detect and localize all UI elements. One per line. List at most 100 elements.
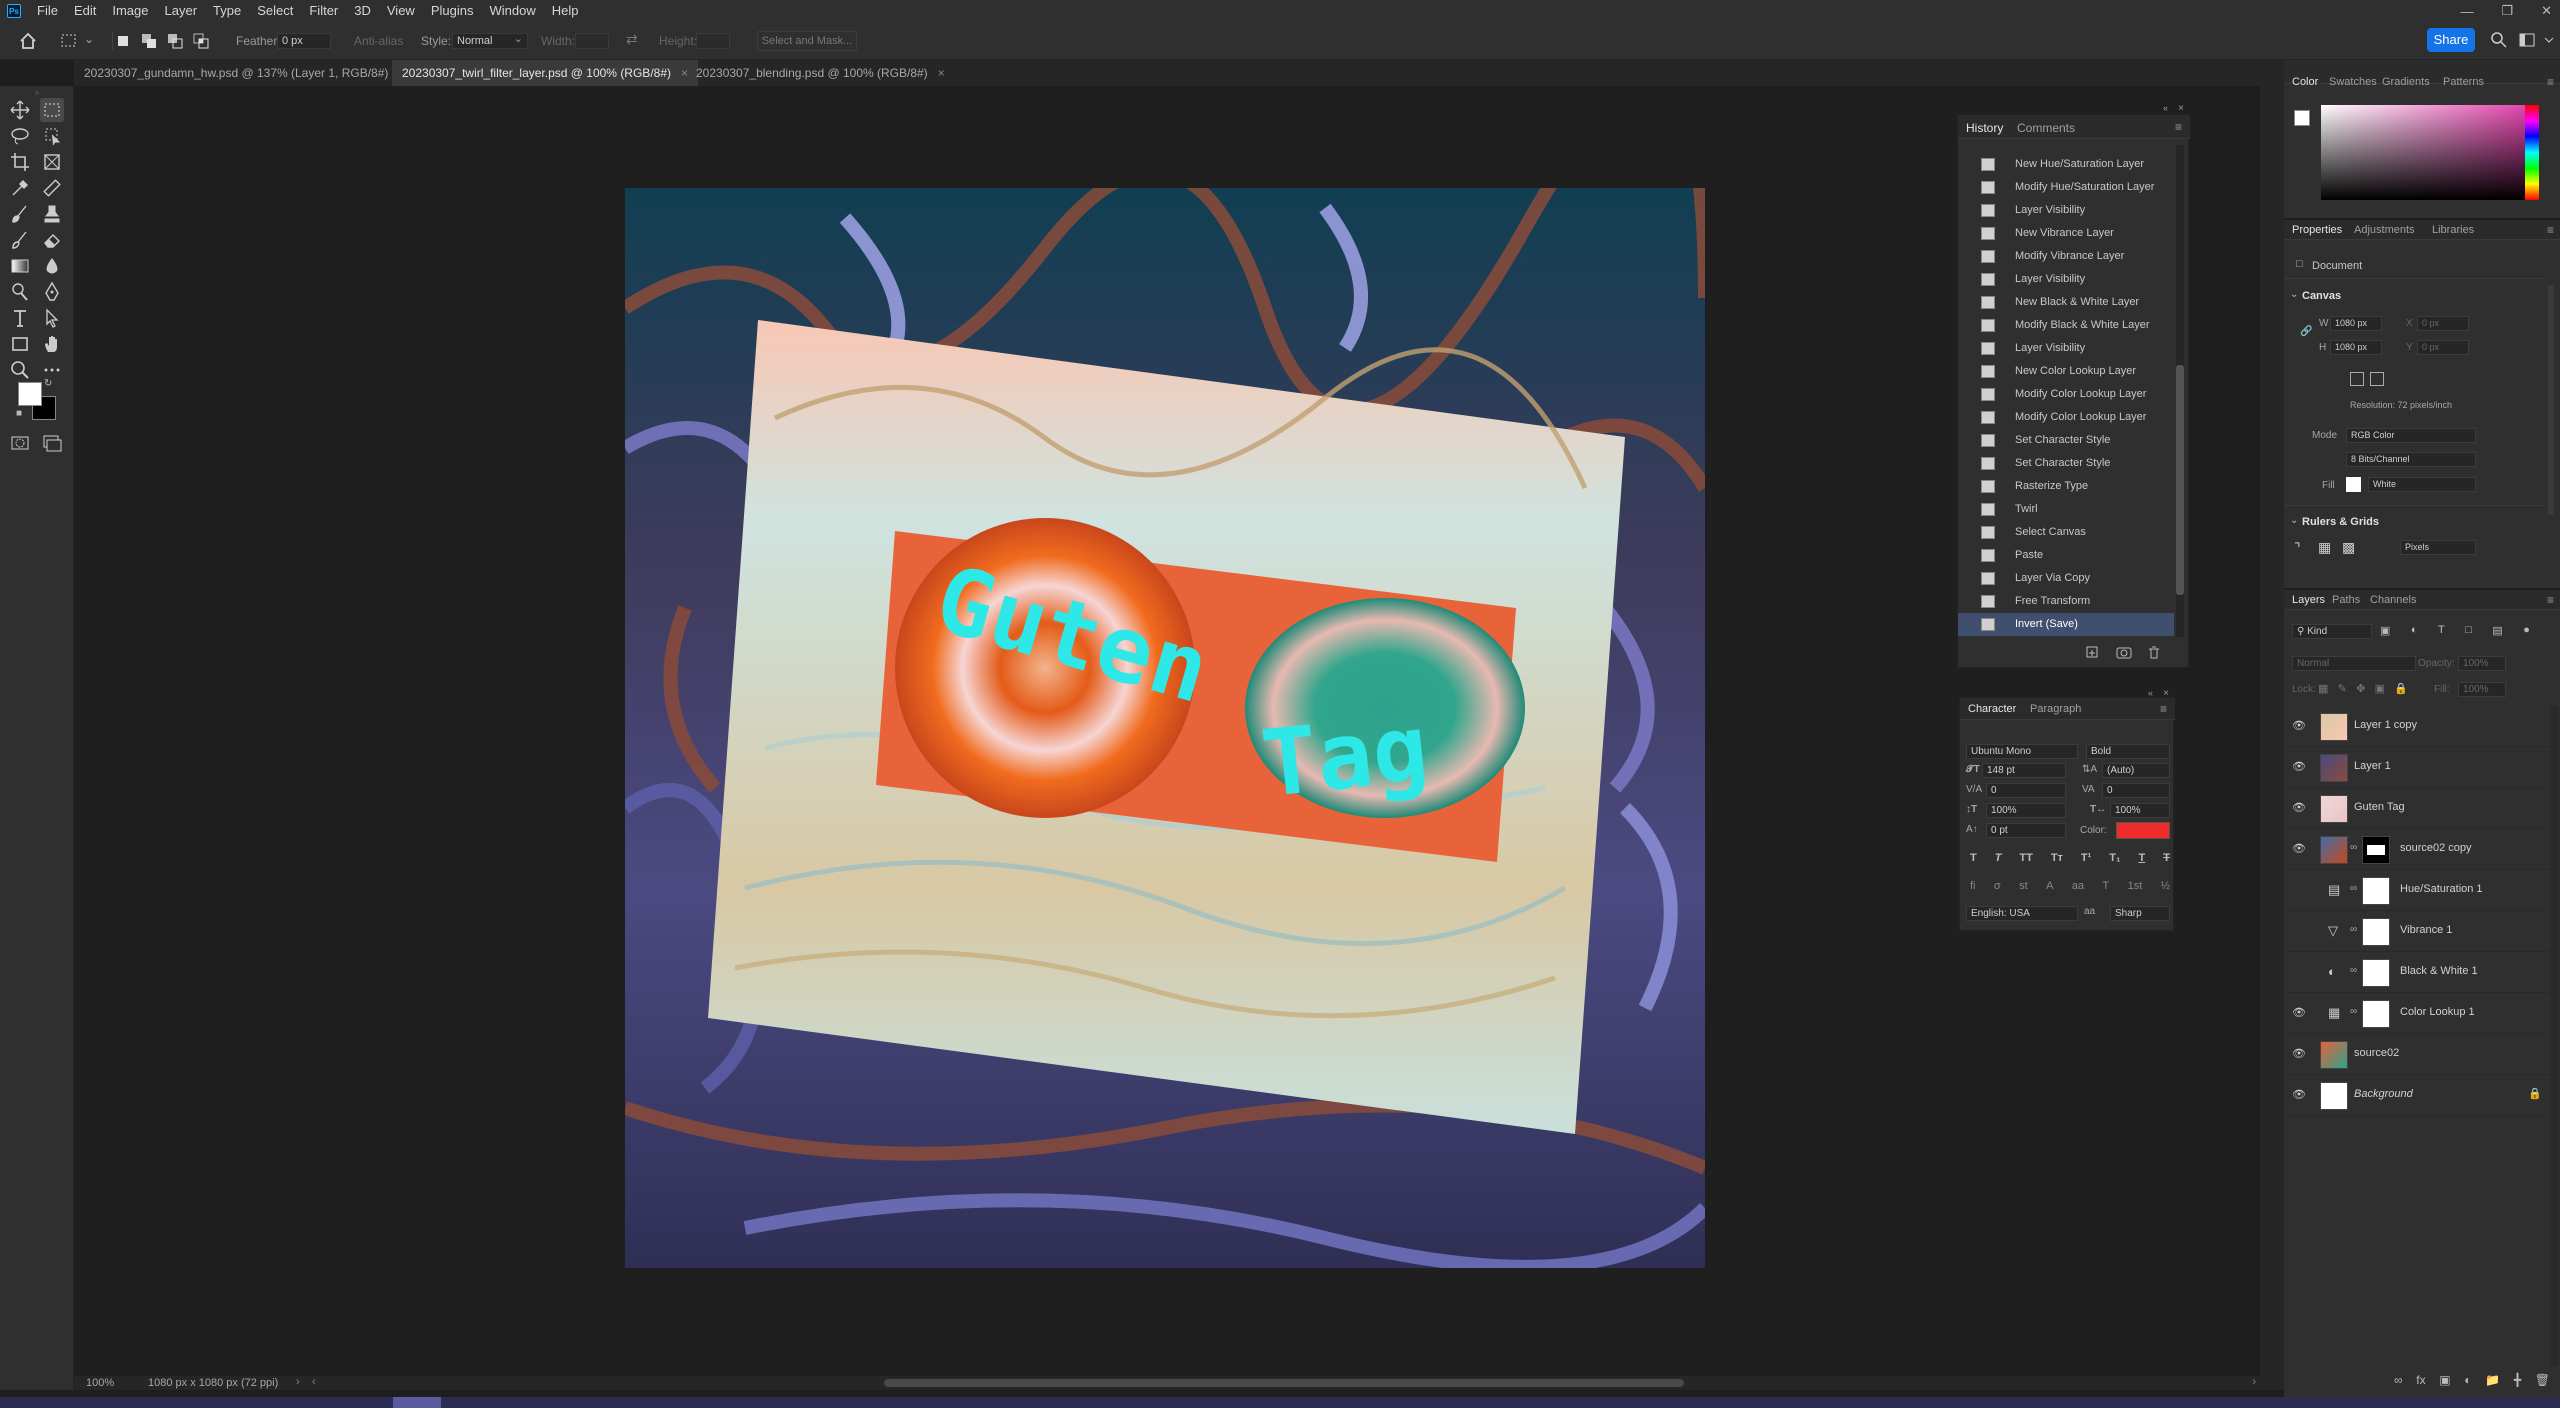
- history-item[interactable]: Modify Black & White Layer: [1958, 314, 2174, 337]
- clone-stamp-tool-icon[interactable]: [40, 202, 64, 226]
- menu-image[interactable]: Image: [104, 0, 156, 22]
- gradient-tool-icon[interactable]: [8, 254, 32, 278]
- canvas-vertical-scrollbar[interactable]: [2260, 86, 2268, 1376]
- move-tool-icon[interactable]: [8, 98, 32, 122]
- canvas-x-input[interactable]: 0 px: [2417, 316, 2469, 331]
- subscript-icon[interactable]: T₁: [2109, 852, 2120, 864]
- lock-all-icon[interactable]: 🔒: [2394, 682, 2408, 695]
- titling-icon[interactable]: T: [2102, 880, 2109, 892]
- tab-comments[interactable]: Comments: [2017, 121, 2075, 135]
- visibility-eye-icon[interactable]: 👁: [2292, 1088, 2306, 1102]
- frame-tool-icon[interactable]: [40, 150, 64, 174]
- antialias-select[interactable]: Sharp: [2110, 906, 2170, 921]
- bit-depth-select[interactable]: 8 Bits/Channel: [2346, 452, 2476, 467]
- section-chevron-icon[interactable]: ⌄: [2290, 289, 2298, 300]
- font-family-select[interactable]: Ubuntu Mono: [1966, 744, 2078, 759]
- fill-swatch[interactable]: [2346, 477, 2361, 492]
- fill-input[interactable]: 100%: [2458, 682, 2506, 697]
- layer-row[interactable]: ◐ ∞ Black & White 1: [2284, 952, 2550, 993]
- history-item[interactable]: Layer Visibility: [1958, 268, 2174, 291]
- menu-edit[interactable]: Edit: [66, 0, 104, 22]
- history-item[interactable]: Set Character Style: [1958, 452, 2174, 475]
- layer-row[interactable]: 👁 Background 🔒: [2284, 1075, 2550, 1116]
- grid-icon[interactable]: ▦: [2318, 539, 2331, 556]
- vertical-scale-input[interactable]: 100%: [1986, 803, 2066, 818]
- antialias-checkbox[interactable]: Anti-alias: [354, 34, 403, 48]
- width-input[interactable]: [575, 33, 609, 49]
- history-item[interactable]: New Hue/Saturation Layer: [1958, 153, 2174, 176]
- mask-link-icon[interactable]: ∞: [2350, 1006, 2357, 1017]
- panel-menu-icon[interactable]: ≡: [2547, 593, 2554, 607]
- layers-scrollbar[interactable]: [2550, 706, 2558, 1366]
- visibility-toggle-empty[interactable]: [2292, 883, 2306, 897]
- history-item[interactable]: Select Canvas: [1958, 521, 2174, 544]
- add-selection-icon[interactable]: [140, 32, 158, 50]
- filter-adjustment-icon[interactable]: ◐: [2411, 624, 2418, 637]
- tracking-input[interactable]: 0: [2102, 783, 2170, 798]
- close-icon[interactable]: ×: [2178, 103, 2184, 114]
- default-colors-icon[interactable]: ■: [16, 408, 22, 419]
- opacity-input[interactable]: 100%: [2458, 656, 2506, 671]
- home-icon[interactable]: [18, 31, 38, 51]
- ruler-icon[interactable]: ⌝: [2294, 540, 2301, 557]
- panel-menu-icon[interactable]: ≡: [2547, 75, 2554, 89]
- history-item[interactable]: New Black & White Layer: [1958, 291, 2174, 314]
- visibility-eye-icon[interactable]: 👁: [2292, 801, 2306, 815]
- swap-icon[interactable]: ⇄: [626, 31, 638, 48]
- font-style-select[interactable]: Bold: [2086, 744, 2170, 759]
- tab-paragraph[interactable]: Paragraph: [2030, 703, 2081, 715]
- stylistic-alternates-icon[interactable]: aa: [2072, 880, 2084, 892]
- delete-layer-icon[interactable]: 🗑: [2535, 1373, 2550, 1387]
- font-size-input[interactable]: 148 pt: [1982, 763, 2066, 778]
- layer-mask-thumbnail[interactable]: [2362, 918, 2390, 946]
- kerning-input[interactable]: 0: [1986, 783, 2066, 798]
- layer-row[interactable]: 👁 ∞ source02 copy: [2284, 829, 2550, 870]
- rectangular-marquee-tool-icon[interactable]: [40, 98, 64, 122]
- history-brush-tool-icon[interactable]: [8, 228, 32, 252]
- minimize-icon[interactable]: —: [2460, 4, 2473, 19]
- tab-channels[interactable]: Channels: [2370, 594, 2416, 606]
- panel-menu-icon[interactable]: ≡: [2175, 120, 2182, 134]
- menu-3d[interactable]: 3D: [346, 0, 379, 22]
- style-select[interactable]: Normal ⌄: [452, 33, 528, 49]
- menu-help[interactable]: Help: [544, 0, 587, 22]
- layer-row[interactable]: 👁 Layer 1 copy: [2284, 706, 2550, 747]
- menu-filter[interactable]: Filter: [301, 0, 346, 22]
- tab-blending[interactable]: 20230307_blending.psd @ 100% (RGB/8#) ×: [686, 60, 955, 86]
- layer-row[interactable]: 👁 Layer 1: [2284, 747, 2550, 788]
- tab-twirl-filter[interactable]: 20230307_twirl_filter_layer.psd @ 100% (…: [392, 60, 699, 86]
- mask-link-icon[interactable]: ∞: [2350, 883, 2357, 894]
- history-item[interactable]: Set Character Style: [1958, 429, 2174, 452]
- panel-menu-icon[interactable]: ≡: [2160, 702, 2167, 716]
- discretionary-ligatures-icon[interactable]: st: [2019, 880, 2028, 892]
- blur-tool-icon[interactable]: [40, 254, 64, 278]
- close-icon[interactable]: ×: [938, 66, 945, 80]
- menu-view[interactable]: View: [379, 0, 423, 22]
- portrait-icon[interactable]: [2350, 372, 2364, 386]
- marquee-tool-icon[interactable]: [60, 32, 78, 50]
- guides-icon[interactable]: ▩: [2342, 539, 2355, 556]
- lock-transparency-icon[interactable]: ▦: [2318, 682, 2328, 695]
- panel-collapse-icon[interactable]: »: [0, 88, 74, 97]
- history-item[interactable]: Layer Visibility: [1958, 337, 2174, 360]
- delete-state-icon[interactable]: [2146, 645, 2162, 659]
- path-selection-tool-icon[interactable]: [40, 306, 64, 330]
- visibility-eye-icon[interactable]: 👁: [2292, 760, 2306, 774]
- filter-pixel-icon[interactable]: ▣: [2380, 624, 2390, 637]
- feather-input[interactable]: 0 px: [277, 33, 331, 49]
- menu-file[interactable]: File: [29, 0, 66, 22]
- rectangle-tool-icon[interactable]: [8, 332, 32, 356]
- contextual-alternates-icon[interactable]: σ: [1994, 880, 2001, 892]
- history-item[interactable]: New Vibrance Layer: [1958, 222, 2174, 245]
- properties-scrollbar[interactable]: [2548, 285, 2554, 515]
- mask-link-icon[interactable]: ∞: [2350, 924, 2357, 935]
- panel-menu-icon[interactable]: ≡: [2547, 223, 2554, 237]
- search-icon[interactable]: [2490, 31, 2508, 49]
- pen-tool-icon[interactable]: [40, 280, 64, 304]
- share-button[interactable]: Share: [2427, 28, 2475, 52]
- faux-italic-icon[interactable]: T: [1995, 852, 2002, 864]
- layer-row[interactable]: 👁 source02: [2284, 1034, 2550, 1075]
- eraser-tool-icon[interactable]: [40, 228, 64, 252]
- horizontal-scrollbar-thumb[interactable]: [884, 1379, 1684, 1387]
- restore-icon[interactable]: ❐: [2501, 3, 2513, 19]
